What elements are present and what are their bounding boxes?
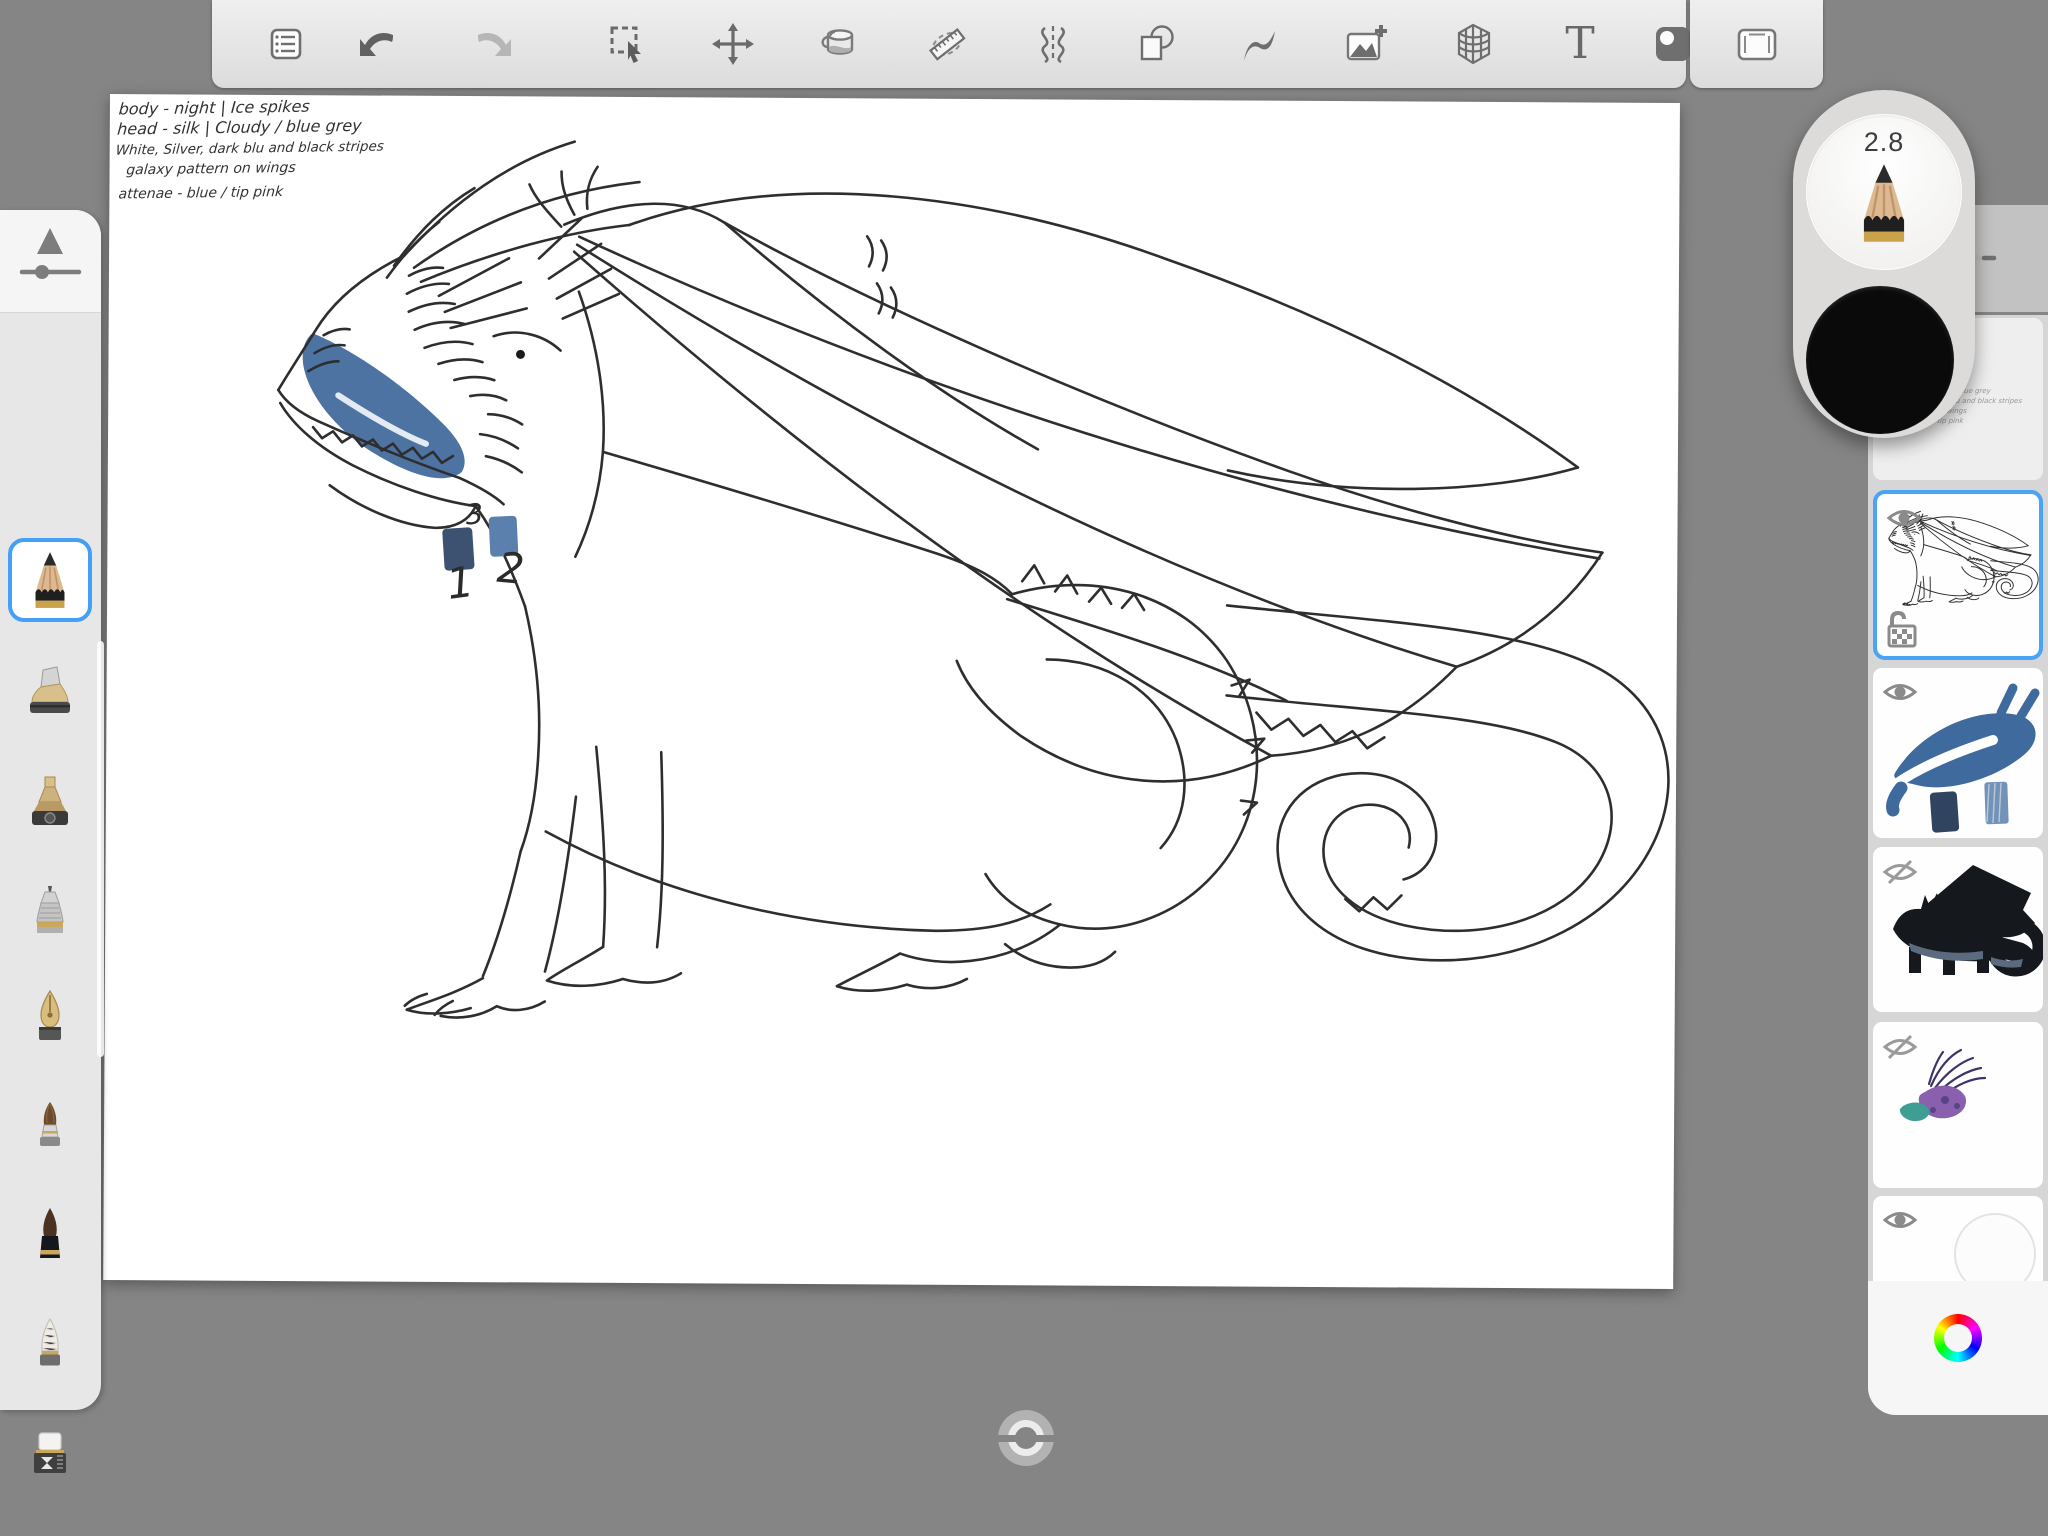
- layers-panel: body - night | Ice spikes head - silk | …: [1868, 315, 2048, 1415]
- airbrush-icon: [27, 774, 73, 830]
- tool-ink-brush[interactable]: [22, 1204, 78, 1264]
- symmetry-icon[interactable]: [1031, 22, 1075, 66]
- stroke-icon[interactable]: [1238, 22, 1282, 66]
- blending-stump-icon: [27, 1316, 73, 1372]
- sidebar-scrollbar[interactable]: [97, 641, 104, 1057]
- pencil-icon: [26, 550, 74, 610]
- layer-thumbnail: [1873, 847, 2043, 1012]
- tool-blending-stump[interactable]: [22, 1314, 78, 1374]
- color-wheel-icon[interactable]: [1934, 1314, 1982, 1362]
- redo-icon: [470, 22, 514, 66]
- color-dot-icon[interactable]: [1651, 22, 1695, 66]
- main-toolbar: T: [212, 0, 1686, 88]
- layers-panel-footer: [1868, 1281, 2048, 1415]
- shapes-icon[interactable]: [1135, 22, 1179, 66]
- add-image-icon[interactable]: [1344, 22, 1388, 66]
- drawing-canvas[interactable]: 1 2 3 body - night | Ice spikes head - s…: [103, 94, 1680, 1289]
- transparency-lock-icon[interactable]: [1886, 610, 1918, 648]
- note-line: head - silk | Cloudy / blue grey: [117, 114, 458, 138]
- brush-sidebar: [0, 210, 101, 1410]
- rotate-gap: [994, 1435, 1058, 1442]
- layer-thumbnail: [1873, 668, 2043, 838]
- perspective-icon[interactable]: [1451, 22, 1495, 66]
- text-tool-glyph: T: [1565, 22, 1594, 66]
- tool-fountain-pen[interactable]: [22, 987, 78, 1047]
- tool-round-brush[interactable]: [22, 1097, 78, 1157]
- canvas-rotate-control[interactable]: [998, 1410, 1054, 1466]
- layer-thumbnail: [1873, 1022, 2043, 1188]
- brush-puck[interactable]: 2.8: [1793, 90, 1975, 438]
- swatch-label-3: 3: [464, 497, 484, 531]
- brush-size-puck[interactable]: 2.8: [1806, 114, 1962, 270]
- layer-color-test-paint[interactable]: [1873, 668, 2043, 838]
- ruler-icon[interactable]: [925, 22, 969, 66]
- chisel-marker-icon: [27, 664, 73, 720]
- layer-background[interactable]: [1873, 1196, 2043, 1281]
- selection-icon[interactable]: [606, 22, 650, 66]
- tool-ballpoint-pen[interactable]: [22, 882, 78, 942]
- ballpoint-pen-icon: [27, 884, 73, 940]
- ink-brush-icon: [27, 1206, 73, 1262]
- handwritten-notes: body - night | Ice spikes head - silk | …: [112, 94, 459, 202]
- tool-airbrush[interactable]: [22, 772, 78, 832]
- secondary-toolbar: [1690, 0, 1823, 88]
- color-wheel-hole: [1944, 1324, 1972, 1352]
- color-puck[interactable]: [1806, 286, 1954, 434]
- layer-reference-black-dragon[interactable]: [1873, 847, 2043, 1012]
- paint-snout: [302, 333, 465, 478]
- pencil-icon: [1851, 160, 1917, 246]
- note-line: galaxy pattern on wings: [126, 157, 455, 178]
- tool-pencil[interactable]: [8, 538, 92, 622]
- layer-reference-dragon-head[interactable]: [1873, 1022, 2043, 1188]
- layer-dragon-line-art[interactable]: [1873, 490, 2043, 660]
- visibility-eye-icon[interactable]: [1886, 503, 1922, 533]
- undo-icon[interactable]: [357, 22, 401, 66]
- fill-icon[interactable]: [818, 22, 862, 66]
- fountain-pen-icon: [27, 989, 73, 1045]
- layer-thumbnail: [1873, 1196, 2043, 1281]
- tool-flat-eraser[interactable]: [22, 1425, 78, 1485]
- swatch-label-2: 2: [495, 543, 526, 594]
- tool-chisel-marker[interactable]: [22, 662, 78, 722]
- transform-move-icon[interactable]: [711, 22, 755, 66]
- text-tool-icon[interactable]: T: [1558, 22, 1602, 66]
- size-opacity-slider-icon: [0, 210, 101, 312]
- note-line: White, Silver, dark blu and black stripe…: [115, 137, 456, 158]
- round-brush-icon: [27, 1099, 73, 1155]
- menu-icon[interactable]: [264, 22, 308, 66]
- flat-eraser-icon: [27, 1427, 73, 1483]
- brush-settings-button[interactable]: [0, 210, 101, 313]
- canvas-frame-icon[interactable]: [1735, 22, 1779, 66]
- brush-size-value: 2.8: [1807, 127, 1961, 158]
